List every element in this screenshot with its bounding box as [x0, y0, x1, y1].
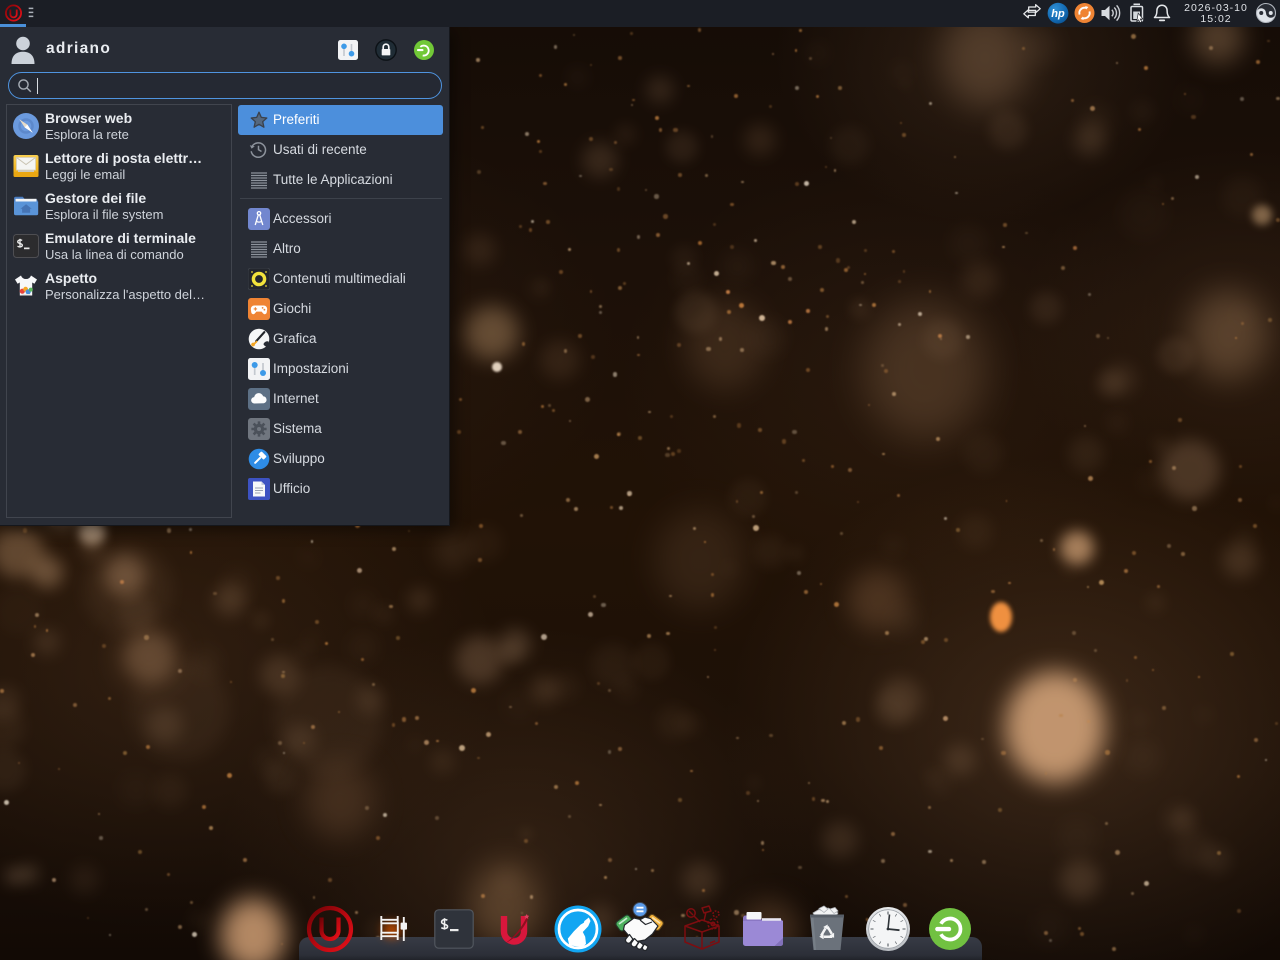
svg-text:hp: hp	[1051, 8, 1065, 20]
